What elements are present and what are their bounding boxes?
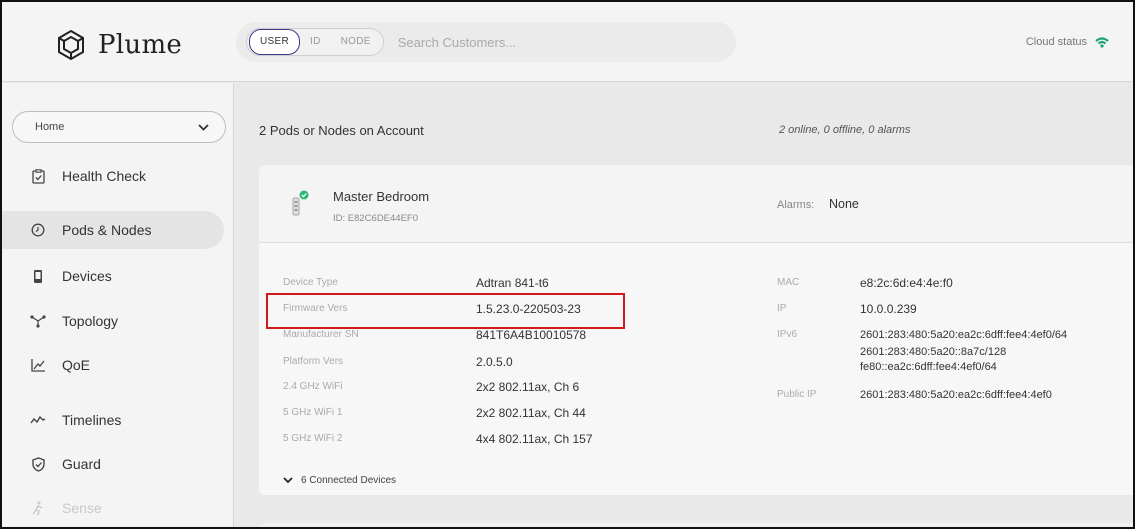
motion-icon (30, 500, 46, 516)
pod-card: Master Bedroom ID: E82C6DE44EF0 Alarms: … (259, 165, 1133, 495)
sidebar-item-guard[interactable]: Guard (2, 445, 224, 483)
chevron-down-icon (198, 123, 209, 131)
app-frame: Plume USER ID NODE Search Customers... C… (0, 0, 1135, 529)
sidebar-item-devices[interactable]: Devices (2, 257, 224, 295)
alarms-value: None (829, 197, 859, 211)
alarms-label: Alarms: (777, 199, 815, 211)
detail-value: 2x2 802.11ax, Ch 44 (476, 406, 586, 420)
pod-device-icon (289, 189, 315, 222)
sidebar-item-label: Health Check (62, 168, 147, 184)
pod-card-header[interactable]: Master Bedroom ID: E82C6DE44EF0 Alarms: … (259, 165, 1133, 243)
detail-label: 2.4 GHz WiFi (283, 381, 343, 392)
sidebar-item-label: Guard (62, 456, 101, 472)
topology-icon (30, 313, 46, 329)
cloud-status-label: Cloud status (1025, 36, 1087, 48)
mac-address-value: e8:2c:6d:e4:4e:f0 (860, 276, 953, 290)
detail-value: Adtran 841-t6 (476, 276, 549, 290)
brand-logo[interactable]: Plume (54, 28, 182, 62)
detail-label: IP (777, 303, 787, 314)
ipv6-value: 2601:283:480:5a20::8a7c/128 (860, 346, 1007, 358)
detail-label: 5 GHz WiFi 1 (283, 407, 343, 418)
phone-icon (30, 268, 46, 284)
wifi-icon (1095, 36, 1109, 48)
ip-address-value: 10.0.0.239 (860, 302, 917, 316)
pod-card-second[interactable] (259, 523, 1133, 527)
public-ip-value: 2601:283:480:5a20:ea2c:6dff:fee4:4ef0 (860, 389, 1052, 401)
sidebar-item-label: Devices (62, 268, 112, 284)
detail-label: IPv6 (777, 329, 798, 340)
page-title: 2 Pods or Nodes on Account (259, 123, 424, 138)
ipv6-value: fe80::ea2c:6dff:fee4:4ef0/64 (860, 361, 997, 373)
clipboard-check-icon (30, 168, 46, 184)
detail-value: 4x4 802.11ax, Ch 157 (476, 432, 593, 446)
plume-logo-icon (58, 29, 84, 61)
connected-devices-label: 6 Connected Devices (301, 475, 397, 486)
search-mode-user[interactable]: USER (249, 29, 300, 55)
home-selector[interactable]: Home (12, 111, 226, 143)
top-header: Plume USER ID NODE Search Customers... C… (2, 2, 1133, 82)
search-mode-toggle: USER ID NODE (246, 28, 384, 56)
sidebar-item-topology[interactable]: Topology (2, 302, 224, 340)
sidebar-item-label: Timelines (62, 412, 122, 428)
shield-icon (30, 456, 46, 472)
detail-value: 2.0.5.0 (476, 355, 513, 369)
detail-value: 2x2 802.11ax, Ch 6 (476, 380, 580, 394)
detail-label: 5 GHz WiFi 2 (283, 433, 343, 444)
pod-id: ID: E82C6DE44EF0 (333, 213, 419, 224)
sidebar-item-pods-nodes[interactable]: Pods & Nodes (2, 211, 224, 249)
search-mode-node[interactable]: NODE (331, 30, 381, 54)
search-input[interactable]: Search Customers... (398, 35, 517, 50)
detail-label: Firmware Vers (283, 303, 348, 314)
detail-label: Manufacturer SN (283, 329, 359, 340)
detail-value: 841T6A4B10010578 (476, 328, 587, 342)
sidebar-item-label: Sense (62, 500, 102, 516)
sidebar-item-sense: Sense (2, 489, 224, 527)
sidebar-item-qoe[interactable]: QoE (2, 346, 224, 384)
sidebar-item-health-check[interactable]: Health Check (2, 157, 224, 195)
brand-name: Plume (98, 30, 183, 60)
chevron-down-icon (283, 477, 293, 484)
main-content: 2 Pods or Nodes on Account 2 online, 0 o… (235, 83, 1133, 527)
cloud-status[interactable]: Cloud status (1026, 36, 1109, 48)
search-mode-id[interactable]: ID (300, 30, 331, 54)
clock-circle-icon (30, 222, 46, 238)
chart-line-icon (30, 357, 46, 373)
wave-icon (30, 412, 46, 428)
ipv6-value: 2601:283:480:5a20:ea2c:6dff:fee4:4ef0/64 (860, 329, 1068, 341)
firmware-version-value: 1.5.23.0-220503-23 (476, 302, 581, 316)
sidebar-item-label: QoE (62, 357, 91, 373)
detail-label: MAC (777, 277, 800, 288)
detail-label: Platform Vers (283, 356, 344, 367)
detail-label: Public IP (777, 389, 817, 400)
sidebar-item-timelines[interactable]: Timelines (2, 401, 224, 439)
sidebar-item-label: Topology (62, 313, 119, 329)
detail-label: Device Type (283, 277, 338, 288)
home-selector-value: Home (35, 121, 65, 133)
connected-devices-toggle[interactable]: 6 Connected Devices (283, 475, 396, 486)
sidebar-item-label: Pods & Nodes (62, 222, 152, 238)
pod-name: Master Bedroom (333, 189, 430, 204)
search-bar: USER ID NODE Search Customers... (236, 22, 736, 62)
sidebar: Home Health Check Pods & Nodes Devices T… (2, 83, 234, 527)
status-summary: 2 online, 0 offline, 0 alarms (779, 124, 911, 136)
